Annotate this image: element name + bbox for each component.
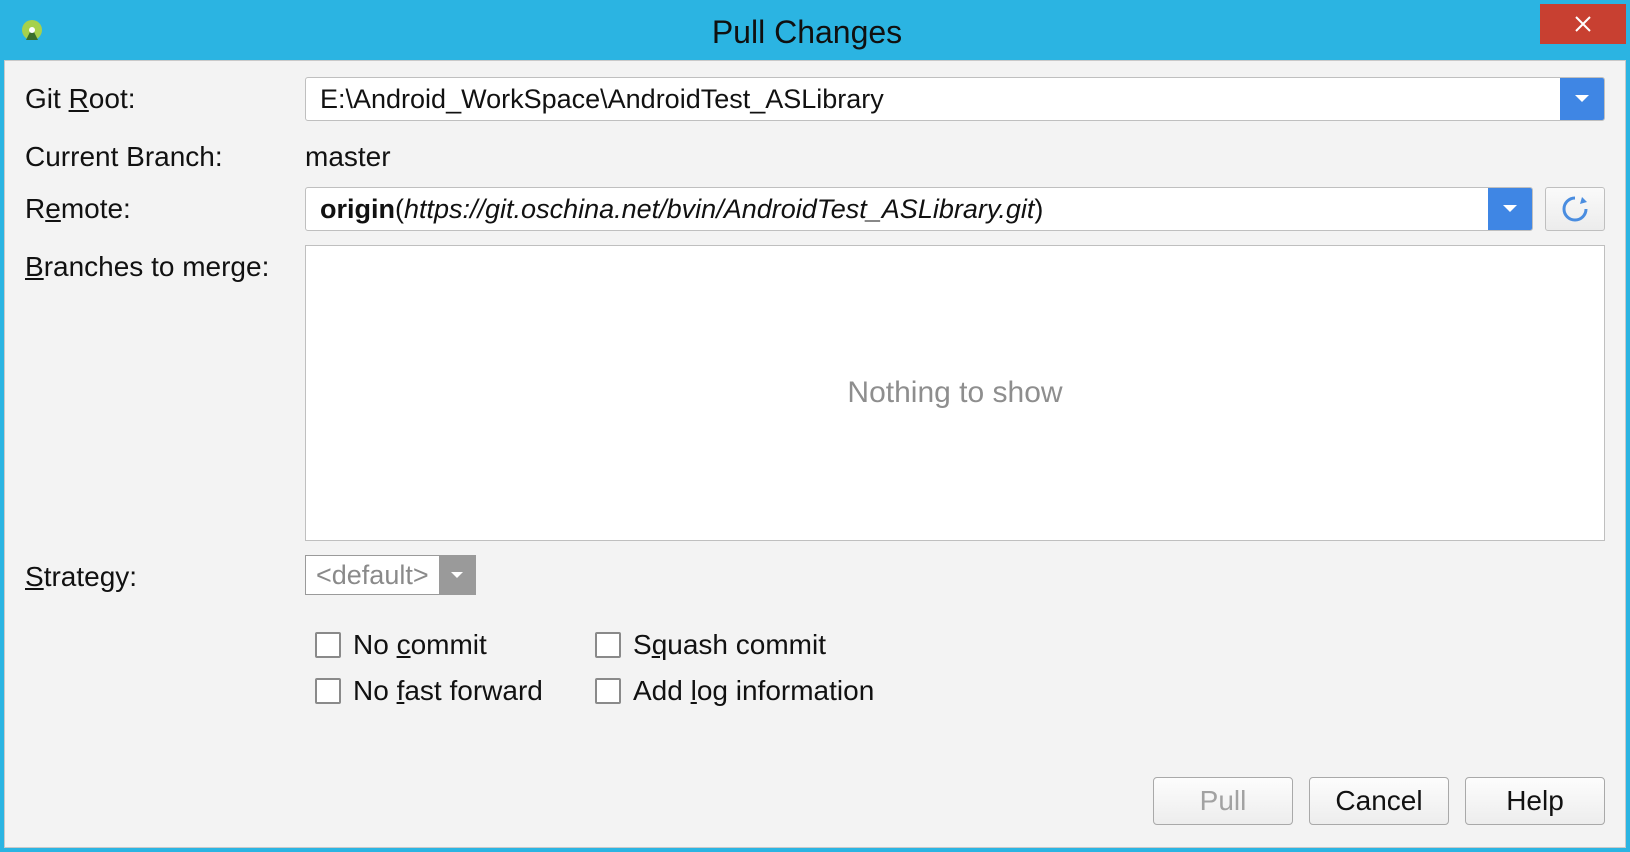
git-root-combo[interactable]: E:\Android_WorkSpace\AndroidTest_ASLibra… — [305, 77, 1605, 121]
checkbox-label: No commit — [353, 629, 487, 661]
form-grid: Git Root: E:\Android_WorkSpace\AndroidTe… — [25, 77, 1605, 707]
label-remote: Remote: — [25, 187, 305, 225]
label-branches: Branches to merge: — [25, 245, 305, 283]
git-root-value: E:\Android_WorkSpace\AndroidTest_ASLibra… — [306, 78, 1560, 120]
dialog-content: Git Root: E:\Android_WorkSpace\AndroidTe… — [4, 60, 1626, 848]
dialog-window: Pull Changes Git Root: E:\Android_WorkSp… — [0, 0, 1630, 852]
remote-url: https://git.oschina.net/bvin/AndroidTest… — [404, 194, 1034, 225]
branches-list[interactable]: Nothing to show — [305, 245, 1605, 541]
label-git-root: Git Root: — [25, 77, 305, 115]
strategy-value: <default> — [306, 556, 439, 594]
strategy-combo[interactable]: <default> — [305, 555, 476, 595]
checkbox-label: Add log information — [633, 675, 874, 707]
checkbox-no-fast-forward[interactable]: No fast forward — [315, 675, 595, 707]
checkbox-box — [315, 678, 341, 704]
help-button[interactable]: Help — [1465, 777, 1605, 825]
pull-button[interactable]: Pull — [1153, 777, 1293, 825]
cancel-button[interactable]: Cancel — [1309, 777, 1449, 825]
checkbox-no-commit[interactable]: No commit — [315, 629, 595, 661]
remote-combo[interactable]: origin(https://git.oschina.net/bvin/Andr… — [305, 187, 1533, 231]
refresh-button[interactable] — [1545, 187, 1605, 231]
chevron-down-icon[interactable] — [439, 556, 475, 594]
current-branch-value: master — [305, 135, 1605, 173]
chevron-down-icon[interactable] — [1560, 78, 1604, 120]
checkbox-squash-commit[interactable]: Squash commit — [595, 629, 1605, 661]
remote-value: origin(https://git.oschina.net/bvin/Andr… — [306, 188, 1488, 230]
label-current-branch: Current Branch: — [25, 135, 305, 173]
checkbox-add-log-info[interactable]: Add log information — [595, 675, 1605, 707]
button-bar: Pull Cancel Help — [25, 757, 1605, 847]
checkbox-group: No commit Squash commit No fast forward … — [315, 629, 1605, 707]
checkbox-box — [595, 678, 621, 704]
checkbox-label: No fast forward — [353, 675, 543, 707]
remote-name: origin — [320, 194, 395, 225]
branches-empty-text: Nothing to show — [847, 376, 1062, 410]
chevron-down-icon[interactable] — [1488, 188, 1532, 230]
label-strategy: Strategy: — [25, 555, 305, 593]
checkbox-box — [315, 632, 341, 658]
title-bar: Pull Changes — [4, 4, 1626, 60]
window-title: Pull Changes — [0, 14, 1626, 51]
strategy-cell: <default> — [305, 555, 1605, 595]
remote-row: origin(https://git.oschina.net/bvin/Andr… — [305, 187, 1605, 231]
close-button[interactable] — [1540, 4, 1626, 44]
checkbox-box — [595, 632, 621, 658]
checkbox-label: Squash commit — [633, 629, 826, 661]
